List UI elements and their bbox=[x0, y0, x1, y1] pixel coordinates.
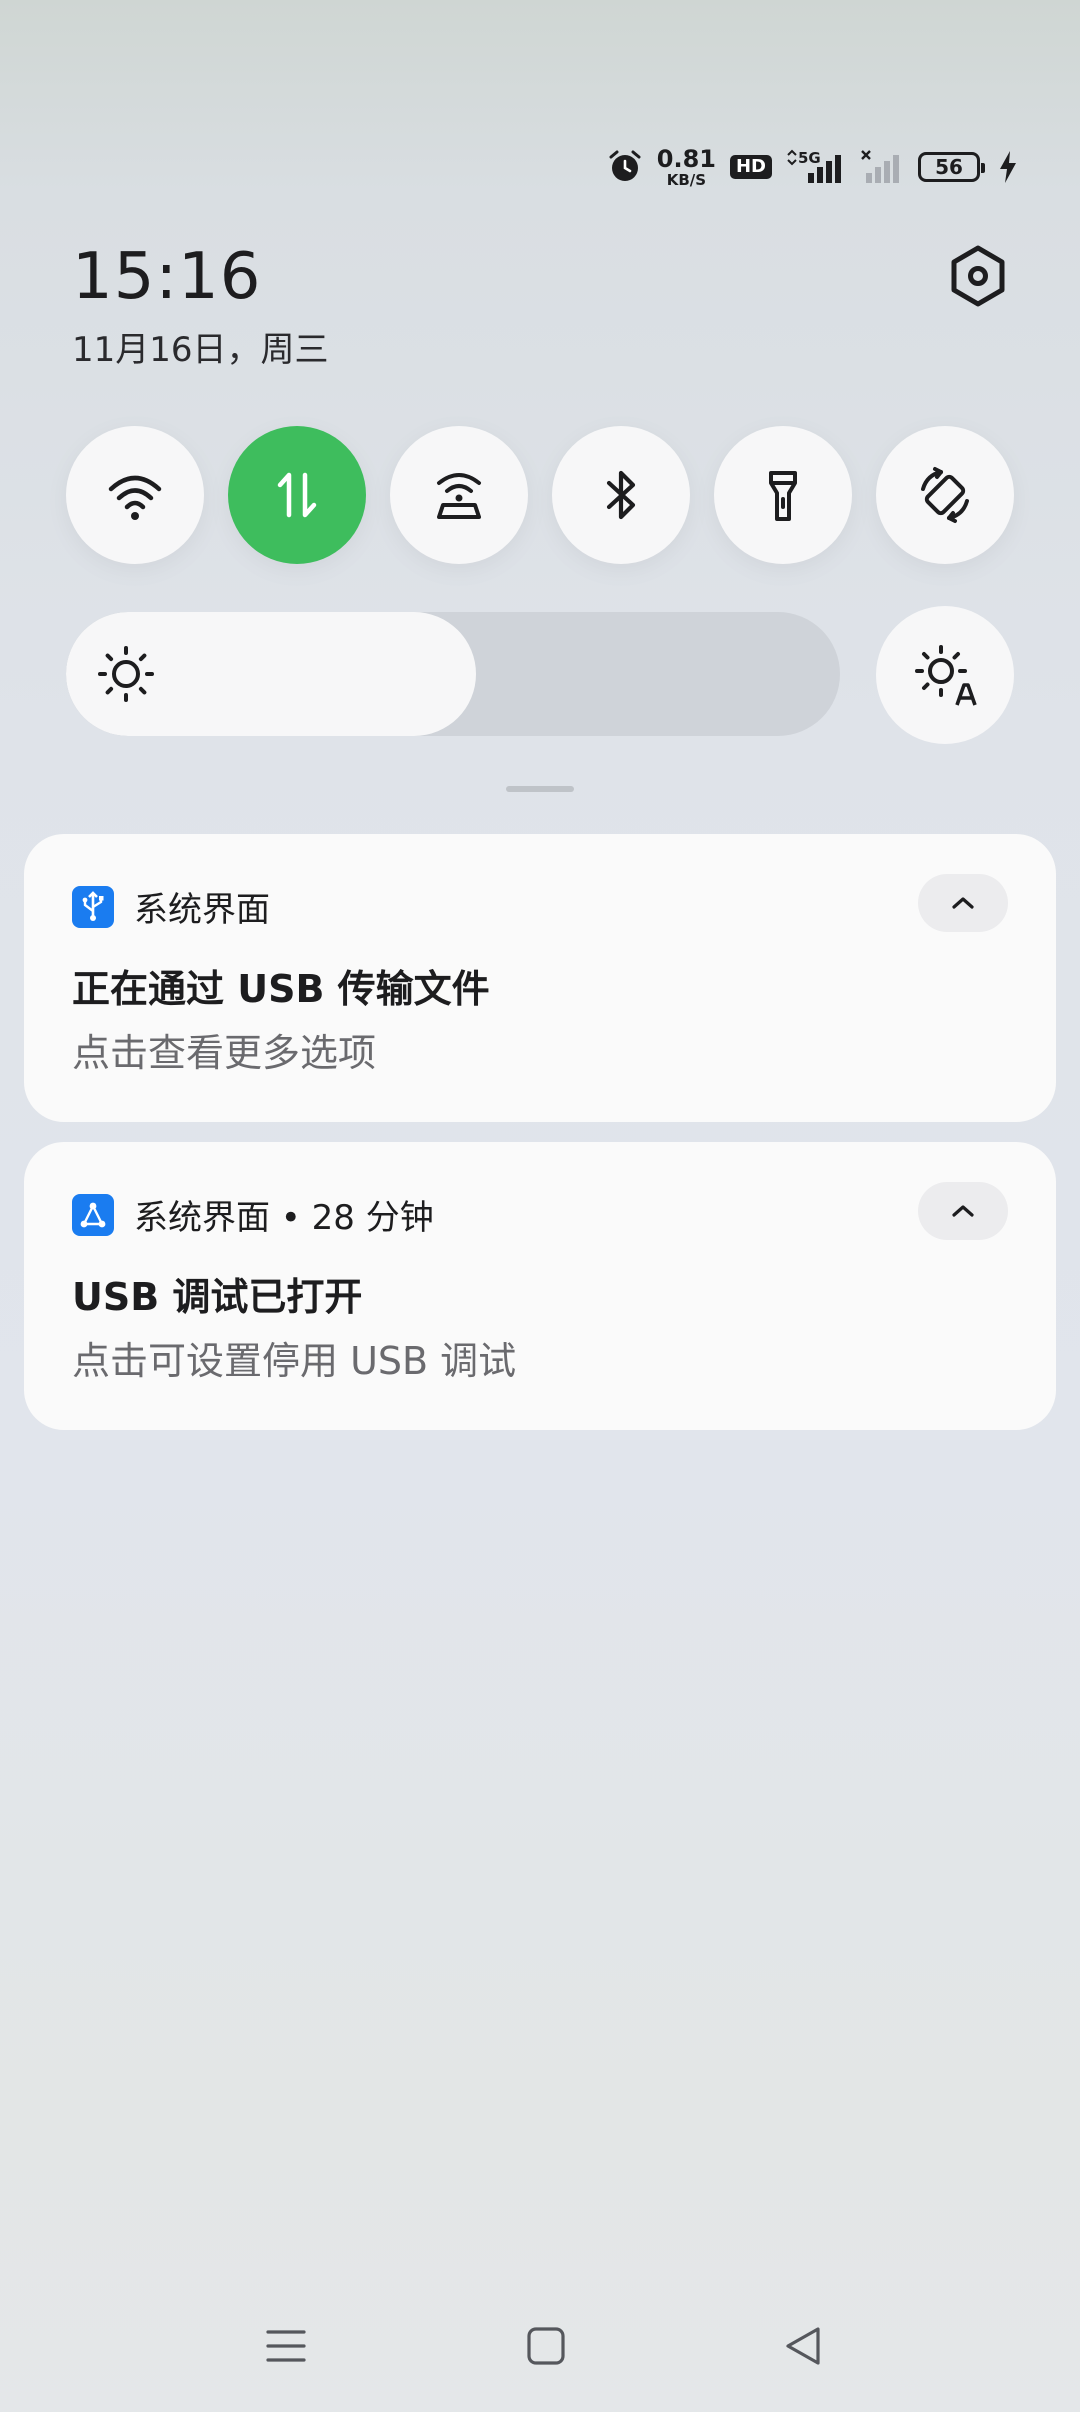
notification-app-name: 系统界面 bbox=[134, 1198, 270, 1238]
panel-drag-handle[interactable] bbox=[506, 786, 574, 792]
notification-description: 点击可设置停用 USB 调试 bbox=[72, 1339, 517, 1383]
home-button[interactable] bbox=[522, 2322, 570, 2370]
usb-debug-icon bbox=[72, 1193, 114, 1236]
chevron-up-icon bbox=[952, 1205, 974, 1217]
brightness-icon bbox=[98, 646, 154, 702]
alarm-icon bbox=[607, 149, 643, 185]
chevron-up-icon bbox=[952, 897, 974, 909]
auto-rotate-icon bbox=[921, 467, 969, 523]
menu-icon bbox=[266, 2330, 306, 2362]
brightness-slider[interactable] bbox=[66, 612, 840, 736]
signal-5g-icon: 5G bbox=[786, 149, 846, 185]
svg-text:5G: 5G bbox=[798, 149, 821, 167]
auto-rotate-tile[interactable] bbox=[876, 426, 1014, 564]
notification-app-name: 系统界面 bbox=[134, 890, 270, 930]
charging-icon bbox=[998, 150, 1018, 184]
back-icon bbox=[786, 2327, 820, 2365]
notification-usb-transfer[interactable]: 系统界面 正在通过 USB 传输文件 点击查看更多选项 bbox=[24, 834, 1056, 1122]
usb-icon bbox=[72, 885, 114, 928]
wifi-tile[interactable] bbox=[66, 426, 204, 564]
mobile-data-icon bbox=[277, 472, 317, 518]
bluetooth-icon bbox=[606, 470, 636, 520]
navigation-bar bbox=[0, 2300, 1080, 2390]
notification-description: 点击查看更多选项 bbox=[72, 1031, 377, 1075]
flashlight-icon bbox=[769, 471, 797, 521]
battery-level: 56 bbox=[935, 155, 963, 179]
notification-usb-debugging[interactable]: 系统界面 • 28 分钟 USB 调试已打开 点击可设置停用 USB 调试 bbox=[24, 1142, 1056, 1430]
quick-tiles bbox=[66, 426, 1014, 564]
wifi-icon bbox=[108, 475, 162, 520]
recents-button[interactable] bbox=[262, 2322, 310, 2370]
hotspot-tile[interactable] bbox=[390, 426, 528, 564]
notification-title: 正在通过 USB 传输文件 bbox=[72, 967, 490, 1011]
hd-icon: HD bbox=[729, 155, 772, 179]
notification-time: • 28 分钟 bbox=[270, 1198, 434, 1238]
status-bar: 0.81 KB/S HD 5G 56 bbox=[607, 140, 1018, 194]
home-icon bbox=[527, 2327, 565, 2365]
network-speed: 0.81 KB/S bbox=[657, 147, 716, 188]
notification-expand-button[interactable] bbox=[918, 874, 1008, 932]
date[interactable]: 11月16日，周三 bbox=[72, 322, 329, 371]
speed-value: 0.81 bbox=[656, 144, 716, 173]
flashlight-tile[interactable] bbox=[714, 426, 852, 564]
notification-title: USB 调试已打开 bbox=[72, 1275, 363, 1319]
battery-icon: 56 bbox=[918, 152, 985, 182]
settings-icon bbox=[951, 245, 1005, 307]
speed-unit: KB/S bbox=[666, 170, 707, 189]
clock[interactable]: 15:16 bbox=[72, 240, 261, 314]
notification-expand-button[interactable] bbox=[918, 1182, 1008, 1240]
hotspot-icon bbox=[437, 473, 481, 519]
auto-brightness-button[interactable] bbox=[876, 606, 1014, 744]
settings-button[interactable] bbox=[946, 244, 1010, 308]
mobile-data-tile[interactable] bbox=[228, 426, 366, 564]
signal-nosim-icon bbox=[860, 149, 904, 185]
notification-header: 系统界面 bbox=[72, 882, 270, 931]
notification-header: 系统界面 • 28 分钟 bbox=[72, 1190, 434, 1239]
auto-brightness-icon bbox=[915, 645, 977, 706]
bluetooth-tile[interactable] bbox=[552, 426, 690, 564]
back-button[interactable] bbox=[780, 2322, 828, 2370]
